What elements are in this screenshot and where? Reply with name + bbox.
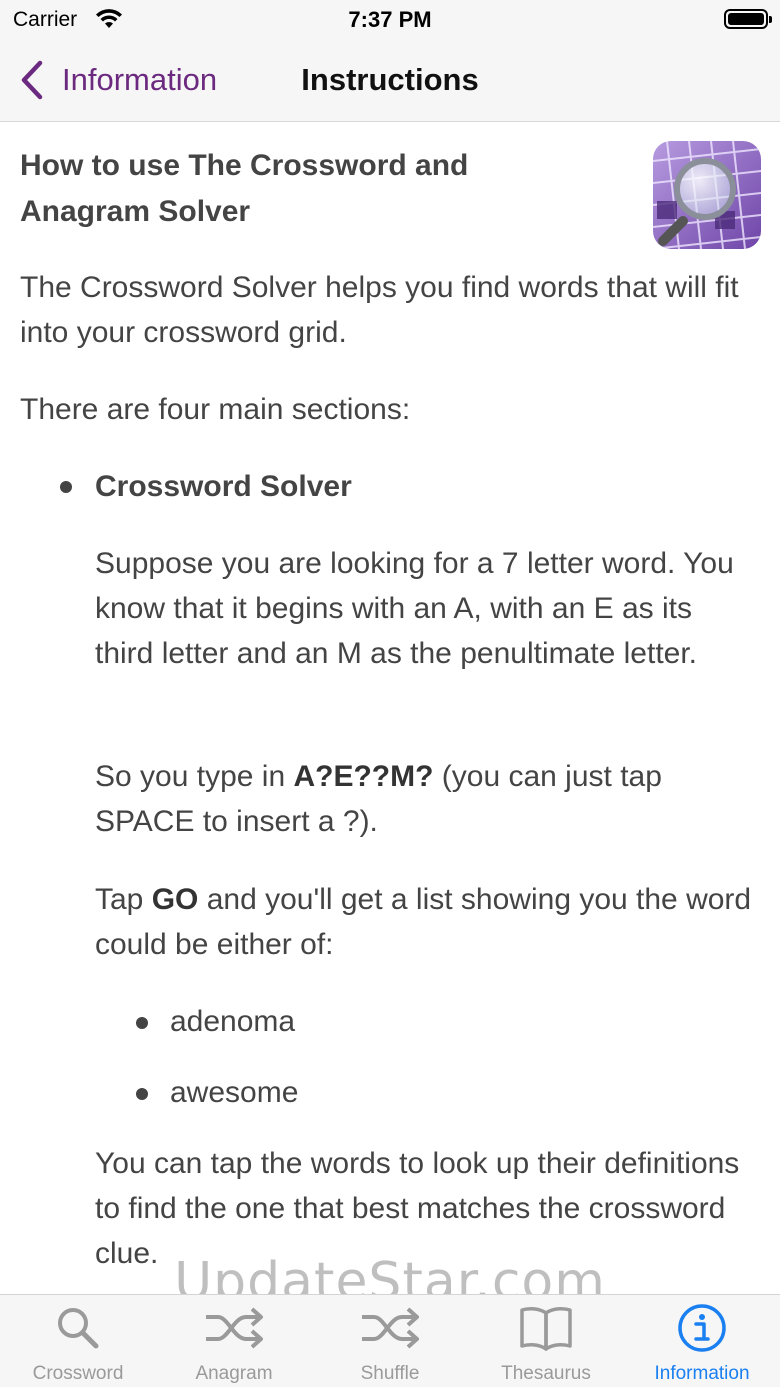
- tab-label: Anagram: [195, 1363, 273, 1384]
- tab-anagram[interactable]: Anagram: [156, 1295, 312, 1387]
- bullet-icon: [136, 1017, 148, 1029]
- type-in-text: So you type in: [95, 760, 294, 793]
- section-title: Crossword Solver: [95, 470, 352, 503]
- tab-label: Information: [654, 1363, 750, 1384]
- tab-bar: Crossword Anagram Shuffle Thesaurus Info…: [0, 1294, 780, 1387]
- example-paragraph: Suppose you are looking for a 7 letter w…: [95, 547, 734, 670]
- search-icon: [58, 1308, 99, 1349]
- tab-crossword[interactable]: Crossword: [0, 1295, 156, 1387]
- battery-icon: [724, 9, 772, 29]
- tap-go-paragraph: Tap GO and you'll get a list showing you…: [95, 877, 755, 967]
- heading-line-1: How to use The Crossword and: [20, 149, 469, 182]
- heading-line-2: Anagram Solver: [20, 195, 251, 228]
- tab-information[interactable]: Information: [624, 1295, 780, 1387]
- navigation-bar: Information Instructions: [0, 42, 780, 122]
- app-logo-icon: [653, 141, 761, 249]
- instructions-heading: How to use The Crossword and Anagram Sol…: [20, 143, 620, 235]
- info-icon: [678, 1304, 726, 1352]
- tab-thesaurus[interactable]: Thesaurus: [468, 1295, 624, 1387]
- bullet-icon: [136, 1088, 148, 1100]
- bullet-icon: [60, 481, 72, 493]
- sections-intro: There are four main sections:: [20, 393, 411, 426]
- page-title: Instructions: [301, 62, 479, 97]
- book-icon: [520, 1307, 572, 1351]
- pattern-text: A?E??M?: [293, 760, 434, 793]
- instructions-content[interactable]: How to use The Crossword and Anagram Sol…: [0, 123, 780, 1294]
- result-item: awesome: [170, 1076, 299, 1109]
- type-in-paragraph: So you type in A?E??M? (you can just tap…: [95, 754, 755, 844]
- tab-shuffle[interactable]: Shuffle: [312, 1295, 468, 1387]
- shuffle-icon: [206, 1307, 263, 1349]
- tab-label: Crossword: [32, 1363, 124, 1384]
- tab-label: Shuffle: [360, 1363, 420, 1384]
- result-item: adenoma: [170, 1005, 296, 1038]
- go-text: GO: [151, 883, 199, 916]
- tab-label: Thesaurus: [501, 1363, 591, 1384]
- tap-text: Tap: [95, 883, 152, 916]
- intro-paragraph: The Crossword Solver helps you find word…: [20, 271, 739, 349]
- status-bar: Carrier 7:37 PM: [0, 0, 780, 42]
- status-time: 7:37 PM: [348, 7, 432, 32]
- shuffle-icon: [362, 1307, 419, 1349]
